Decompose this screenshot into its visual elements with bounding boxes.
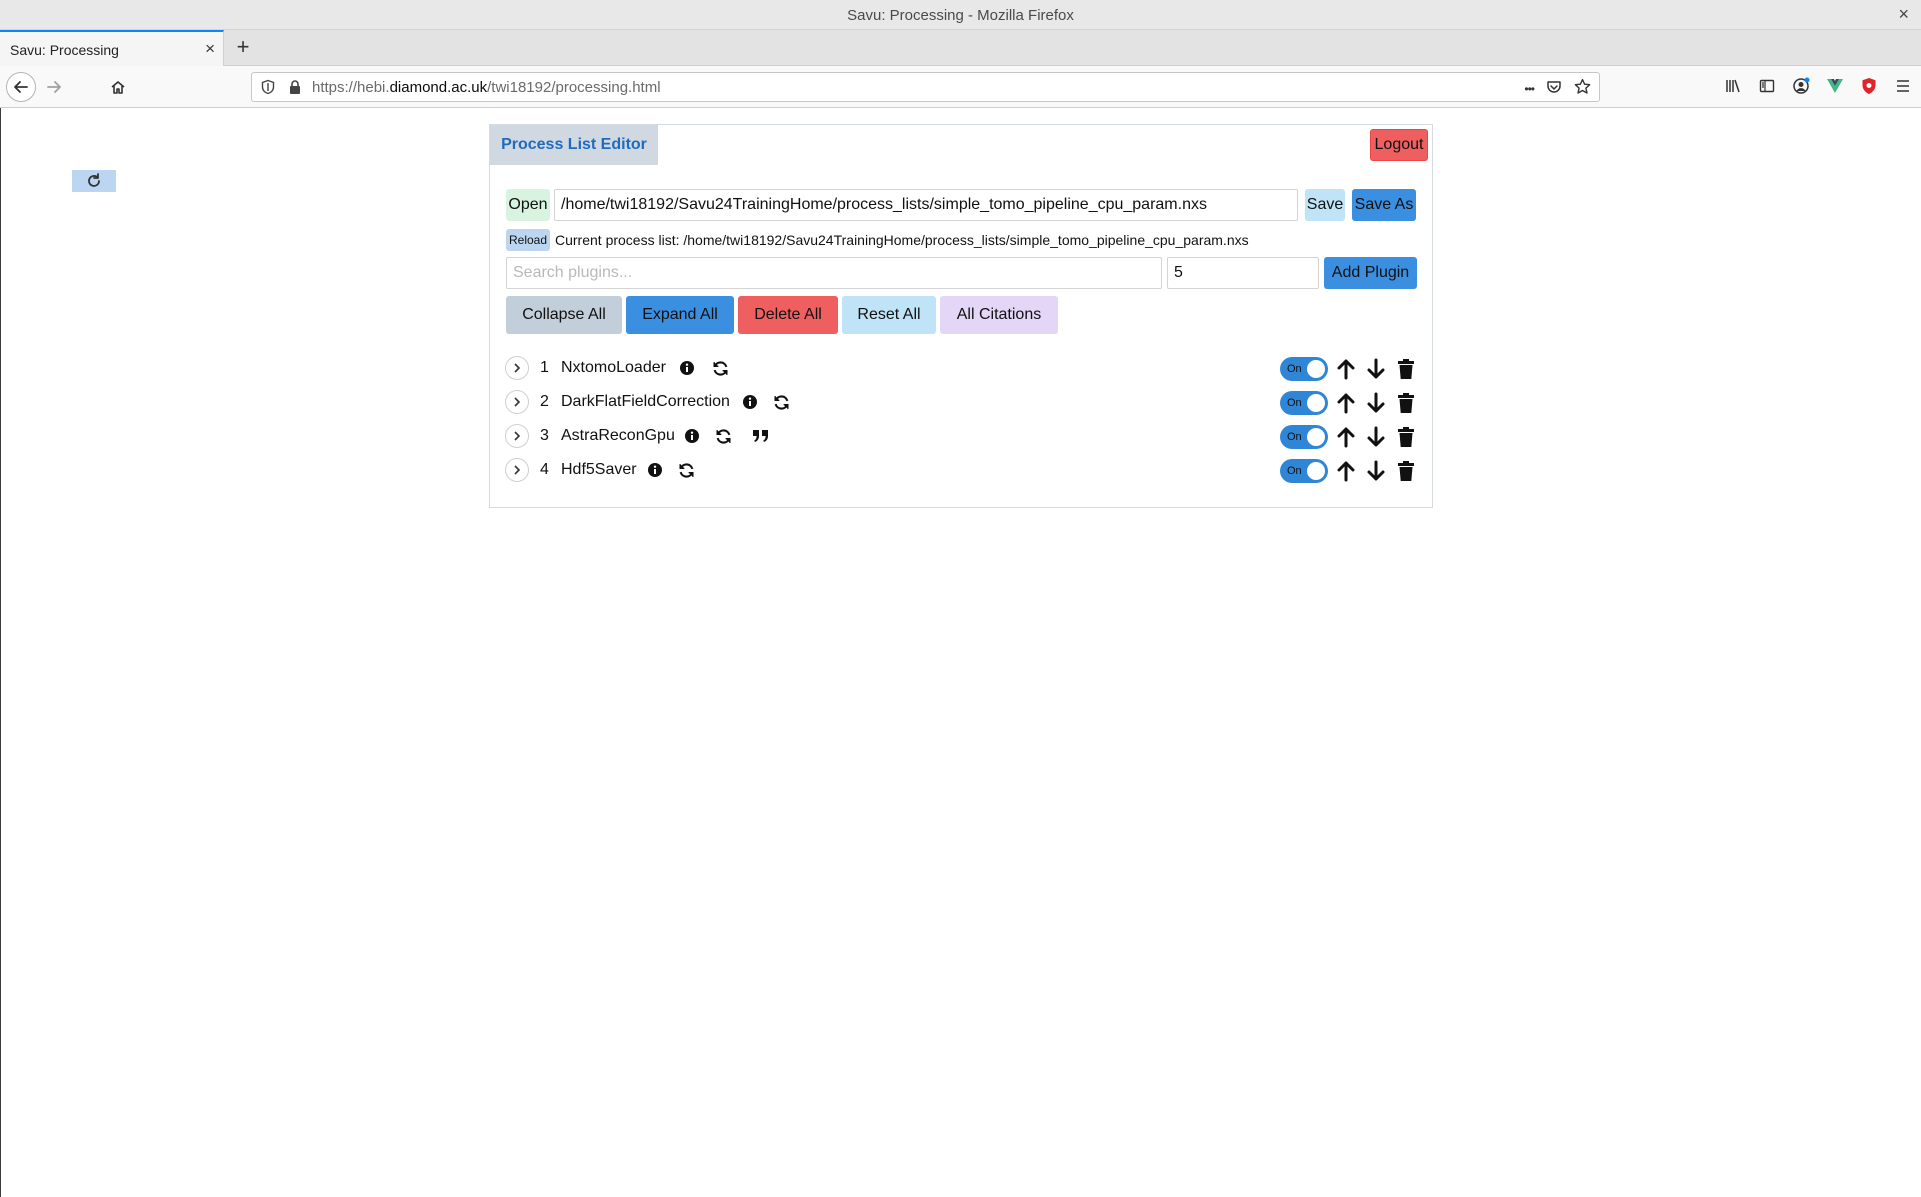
forward-arrow-icon[interactable]: [40, 73, 68, 101]
move-down-arrow-icon[interactable]: [1364, 357, 1388, 381]
plugin-search-input[interactable]: [506, 257, 1162, 289]
toolbar-right-icons: [1723, 76, 1913, 96]
plugin-enable-toggle[interactable]: On: [1280, 425, 1328, 449]
plugin-row: 4 Hdf5Saver On: [490, 453, 1432, 487]
page-actions-icon[interactable]: •••: [1524, 82, 1535, 96]
pocket-icon[interactable]: [1546, 79, 1562, 100]
account-icon[interactable]: [1791, 76, 1811, 96]
plugin-name: AstraReconGpu: [561, 427, 675, 444]
new-tab-icon[interactable]: +: [230, 35, 256, 61]
process-list-editor-panel: Process List Editor Logout Open /home/tw…: [489, 124, 1433, 508]
info-icon[interactable]: [683, 427, 701, 445]
window-title: Savu: Processing - Mozilla Firefox: [847, 7, 1074, 24]
plugin-row: 3 AstraReconGpu On: [490, 419, 1432, 453]
process-list-path-input[interactable]: /home/twi18192/Savu24TrainingHome/proces…: [554, 189, 1298, 221]
menu-hamburger-icon[interactable]: [1893, 76, 1913, 96]
plugin-name: NxtomoLoader: [561, 359, 666, 376]
info-icon[interactable]: [646, 461, 664, 479]
toggle-knob: [1307, 462, 1325, 480]
plugin-enable-toggle[interactable]: On: [1280, 391, 1328, 415]
save-button[interactable]: Save: [1305, 189, 1345, 221]
current-process-list-text: Current process list: /home/twi18192/Sav…: [555, 232, 1249, 248]
plugin-number: 1: [540, 359, 549, 376]
tab-strip: Savu: Processing × +: [0, 30, 1921, 66]
browser-tab-title: Savu: Processing: [10, 42, 119, 58]
collapse-all-button[interactable]: Collapse All: [506, 296, 622, 334]
window-titlebar: Savu: Processing - Mozilla Firefox ×: [0, 0, 1921, 30]
plugin-name: DarkFlatFieldCorrection: [561, 393, 730, 410]
toggle-knob: [1307, 360, 1325, 378]
trash-icon[interactable]: [1394, 357, 1418, 381]
move-up-arrow-icon[interactable]: [1334, 425, 1358, 449]
expand-chevron-icon[interactable]: [505, 458, 529, 482]
delete-all-button[interactable]: Delete All: [738, 296, 838, 334]
home-icon[interactable]: [104, 73, 132, 101]
expand-chevron-icon[interactable]: [505, 356, 529, 380]
reload-icon[interactable]: [72, 170, 116, 192]
plugin-name: Hdf5Saver: [561, 461, 637, 478]
trash-icon[interactable]: [1394, 425, 1418, 449]
tab-close-icon[interactable]: ×: [205, 39, 215, 59]
plugin-enable-toggle[interactable]: On: [1280, 459, 1328, 483]
all-citations-button[interactable]: All Citations: [940, 296, 1058, 334]
expand-chevron-icon[interactable]: [505, 424, 529, 448]
toggle-knob: [1307, 394, 1325, 412]
toggle-label: On: [1287, 363, 1302, 375]
library-icon[interactable]: [1723, 76, 1743, 96]
plugin-position-input[interactable]: 5: [1167, 257, 1319, 289]
sync-icon[interactable]: [677, 461, 695, 479]
bookmark-star-icon[interactable]: [1574, 78, 1591, 100]
plugin-number: 4: [540, 461, 549, 478]
citation-quote-icon[interactable]: [752, 427, 770, 445]
url-text[interactable]: https://hebi.diamond.ac.uk/twi18192/proc…: [312, 79, 661, 96]
toggle-label: On: [1287, 465, 1302, 477]
plugin-row: 1 NxtomoLoader On: [490, 351, 1432, 385]
url-prefix: https://hebi.: [312, 79, 390, 96]
move-down-arrow-icon[interactable]: [1364, 425, 1388, 449]
sidebar-icon[interactable]: [1757, 76, 1777, 96]
lock-icon[interactable]: [288, 79, 302, 100]
reset-all-button[interactable]: Reset All: [842, 296, 936, 334]
tab-process-list-editor[interactable]: Process List Editor: [490, 125, 658, 165]
window-left-border: [0, 108, 1, 1197]
plugin-number: 2: [540, 393, 549, 410]
tracking-shield-icon[interactable]: [260, 79, 276, 100]
toggle-label: On: [1287, 397, 1302, 409]
move-down-arrow-icon[interactable]: [1364, 459, 1388, 483]
move-up-arrow-icon[interactable]: [1334, 459, 1358, 483]
sync-icon[interactable]: [711, 359, 729, 377]
back-arrow-icon[interactable]: [6, 72, 36, 102]
address-bar[interactable]: https://hebi.diamond.ac.uk/twi18192/proc…: [251, 72, 1600, 102]
url-path: /twi18192/processing.html: [487, 79, 661, 96]
vue-devtools-icon[interactable]: [1825, 76, 1845, 96]
plugin-number: 3: [540, 427, 549, 444]
trash-icon[interactable]: [1394, 391, 1418, 415]
ublock-shield-icon[interactable]: [1859, 76, 1879, 96]
move-up-arrow-icon[interactable]: [1334, 357, 1358, 381]
move-down-arrow-icon[interactable]: [1364, 391, 1388, 415]
url-domain: diamond.ac.uk: [389, 79, 488, 96]
expand-all-button[interactable]: Expand All: [626, 296, 734, 334]
navigation-bar: https://hebi.diamond.ac.uk/twi18192/proc…: [0, 66, 1921, 192]
plugin-row: 2 DarkFlatFieldCorrection On: [490, 385, 1432, 419]
move-up-arrow-icon[interactable]: [1334, 391, 1358, 415]
reload-button[interactable]: Reload: [506, 229, 550, 251]
window-close-icon[interactable]: ×: [1898, 4, 1909, 25]
browser-tab[interactable]: Savu: Processing ×: [0, 30, 224, 66]
url-bar-actions: •••: [1524, 78, 1591, 100]
sync-icon[interactable]: [772, 393, 790, 411]
info-icon[interactable]: [741, 393, 759, 411]
sync-icon[interactable]: [714, 427, 732, 445]
plugin-enable-toggle[interactable]: On: [1280, 357, 1328, 381]
trash-icon[interactable]: [1394, 459, 1418, 483]
save-as-button[interactable]: Save As: [1352, 189, 1416, 221]
logout-button[interactable]: Logout: [1370, 129, 1428, 161]
expand-chevron-icon[interactable]: [505, 390, 529, 414]
info-icon[interactable]: [678, 359, 696, 377]
add-plugin-button[interactable]: Add Plugin: [1324, 257, 1417, 289]
open-button[interactable]: Open: [506, 189, 550, 221]
toggle-knob: [1307, 428, 1325, 446]
toggle-label: On: [1287, 431, 1302, 443]
